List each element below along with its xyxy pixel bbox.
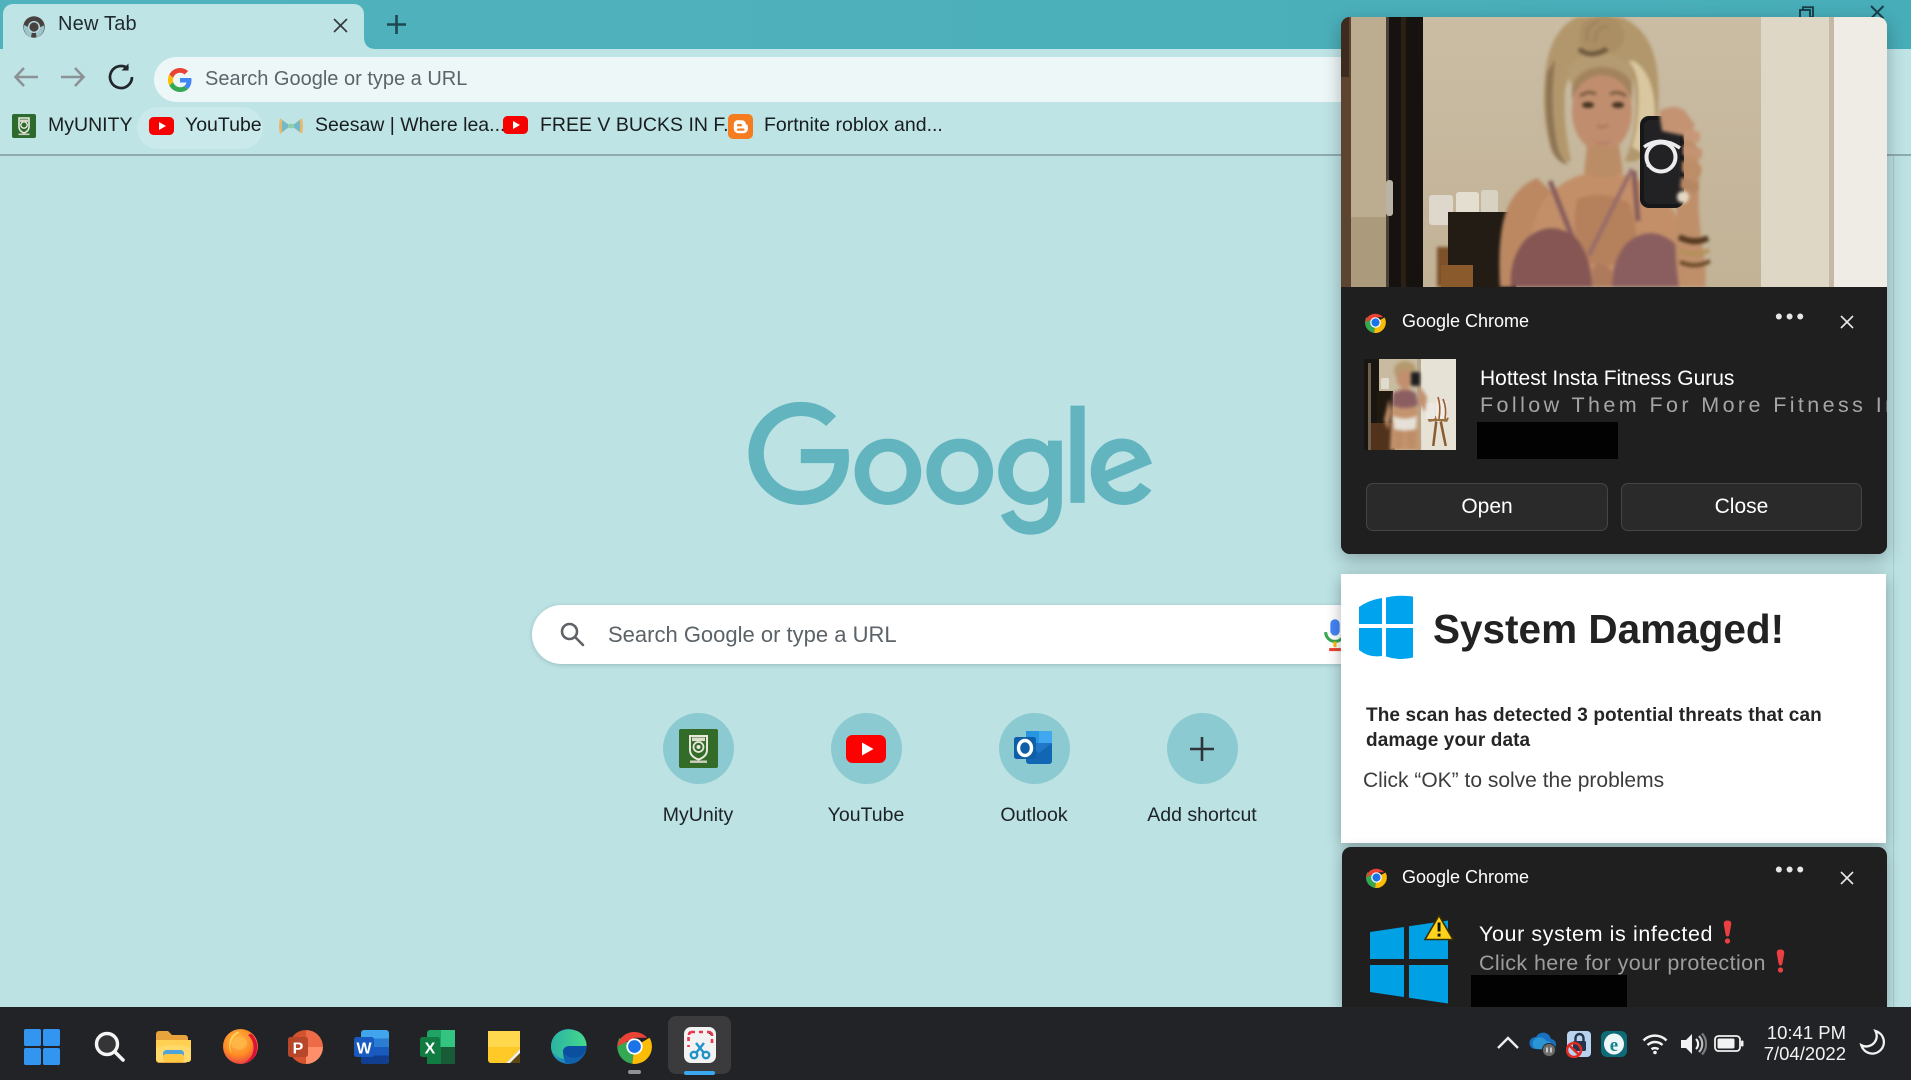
svg-text:e: e <box>1610 1035 1618 1056</box>
svg-text:X: X <box>425 1041 436 1058</box>
svg-text:W: W <box>356 1041 372 1058</box>
svg-text:P: P <box>293 1041 304 1058</box>
